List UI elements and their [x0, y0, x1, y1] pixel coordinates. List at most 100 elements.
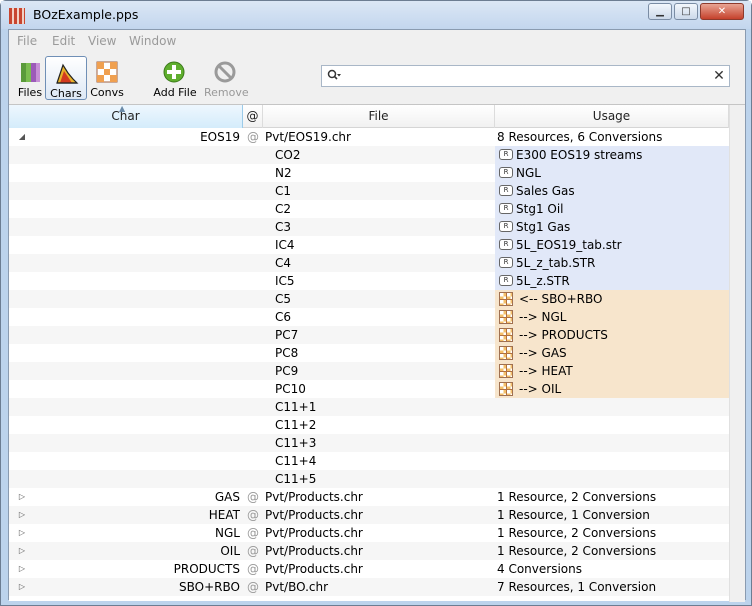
at-symbol: @ — [247, 508, 259, 522]
table-row[interactable]: PC8 --> GAS — [9, 344, 729, 362]
files-icon — [21, 63, 40, 82]
table-row[interactable]: C4 R 5L_z_tab.STR — [9, 254, 729, 272]
group-row[interactable]: ▷ HEAT @ Pvt/Products.chr 1 Resource, 1 Conv… — [9, 506, 729, 524]
column-header-at[interactable]: @ — [243, 105, 263, 128]
maximize-button[interactable]: □ — [674, 3, 698, 20]
close-button[interactable]: ✕ — [700, 3, 744, 20]
usage-text: E300 EOS19 streams — [516, 148, 643, 162]
column-header-char[interactable]: ▲ Char — [9, 104, 243, 128]
chars-icon — [56, 63, 79, 84]
menu-bar: File Edit View Window — [9, 30, 745, 52]
search-input[interactable] — [346, 68, 706, 84]
add-file-button[interactable]: Add File — [153, 56, 197, 100]
table-row[interactable]: CO2 R E300 EOS19 streams — [9, 146, 729, 164]
window-title: BOzExample.pps — [33, 7, 139, 22]
resource-usage[interactable]: R Sales Gas — [495, 182, 729, 200]
table-row[interactable]: C3 R Stg1 Gas — [9, 218, 729, 236]
conversion-icon — [499, 363, 513, 378]
table-row[interactable]: C11+1 — [9, 398, 729, 416]
sort-ascending-icon: ▲ — [119, 104, 126, 113]
char-name: HEAT — [208, 508, 240, 522]
table-row[interactable]: PC9 --> HEAT — [9, 362, 729, 380]
group-row[interactable]: ▷ OIL @ Pvt/Products.chr 1 Resource, 2 Conve… — [9, 542, 729, 560]
title-bar[interactable]: BOzExample.pps ▁ □ ✕ — [1, 1, 751, 29]
expand-icon[interactable]: ▷ — [17, 506, 27, 524]
remove-button[interactable]: Remove — [204, 56, 249, 100]
usage-summary: 1 Resource, 2 Conversions — [495, 488, 729, 506]
group-row[interactable]: ▷ NGL @ Pvt/Products.chr 1 Resource, 2 Conve… — [9, 524, 729, 542]
component-name: PC8 — [275, 346, 299, 360]
resource-usage[interactable]: R 5L_z.STR — [495, 272, 729, 290]
component-name: PC9 — [275, 364, 299, 378]
expand-icon[interactable]: ▷ — [17, 524, 27, 542]
conversion-usage[interactable]: --> OIL — [495, 380, 729, 398]
collapse-icon[interactable]: ◢ — [17, 128, 27, 146]
column-header-file[interactable]: File — [263, 105, 495, 128]
table-row[interactable]: C6 --> NGL — [9, 308, 729, 326]
expand-icon[interactable]: ▷ — [17, 488, 27, 506]
menu-edit[interactable]: Edit — [52, 34, 75, 48]
resource-usage[interactable]: R NGL — [495, 164, 729, 182]
menu-file[interactable]: File — [17, 34, 37, 48]
group-row[interactable]: ◢ EOS19 @ Pvt/EOS19.chr 8 Resources, 6 Conve… — [9, 128, 729, 146]
file-path: Pvt/Products.chr — [265, 526, 363, 540]
table-row[interactable]: C11+3 — [9, 434, 729, 452]
search-box[interactable]: ✕ — [321, 65, 730, 87]
component-name: C11+5 — [275, 472, 317, 486]
minimize-button[interactable]: ▁ — [648, 3, 672, 20]
search-icon[interactable] — [327, 69, 341, 83]
table-row[interactable]: C11+4 — [9, 452, 729, 470]
resource-usage[interactable]: R Stg1 Gas — [495, 218, 729, 236]
table-row[interactable]: N2 R NGL — [9, 164, 729, 182]
table-row[interactable]: PC10 --> OIL — [9, 380, 729, 398]
menu-view[interactable]: View — [88, 34, 116, 48]
conversion-usage[interactable]: --> GAS — [495, 344, 729, 362]
group-row[interactable]: ▷ SBO+RBO @ Pvt/BO.chr 7 Resources, 1 Conver… — [9, 578, 729, 596]
table-row[interactable]: IC4 R 5L_EOS19_tab.str — [9, 236, 729, 254]
group-row[interactable]: ▷ GAS @ Pvt/Products.chr 1 Resource, 2 Conve… — [9, 488, 729, 506]
chars-label: Chars — [50, 87, 82, 100]
clear-search-icon[interactable]: ✕ — [711, 67, 727, 85]
chars-button[interactable]: Chars — [45, 56, 87, 100]
group-row[interactable]: ▷ PRODUCTS @ Pvt/Products.chr 4 Conversions — [9, 560, 729, 578]
conversion-usage[interactable]: --> HEAT — [495, 362, 729, 380]
usage-summary: 4 Conversions — [495, 560, 729, 578]
expand-icon[interactable]: ▷ — [17, 542, 27, 560]
usage-text: Stg1 Gas — [516, 220, 571, 234]
convs-icon — [96, 61, 118, 83]
resource-badge-icon: R — [499, 149, 513, 160]
convs-button[interactable]: Convs — [86, 56, 128, 100]
table-row[interactable]: PC7 --> PRODUCTS — [9, 326, 729, 344]
component-name: C11+1 — [275, 400, 317, 414]
component-name: IC4 — [275, 238, 295, 252]
column-header-usage[interactable]: Usage — [495, 105, 729, 128]
expand-icon[interactable]: ▷ — [17, 560, 27, 578]
chars-table: ▲ Char @ File Usage ◢ EOS19 @ Pvt/EOS19.chr… — [9, 104, 745, 602]
table-row[interactable]: C1 R Sales Gas — [9, 182, 729, 200]
resource-badge-icon: R — [499, 203, 513, 214]
expand-icon[interactable]: ▷ — [17, 578, 27, 596]
at-symbol: @ — [247, 526, 259, 540]
resource-badge-icon: R — [499, 257, 513, 268]
conversion-usage[interactable]: --> NGL — [495, 308, 729, 326]
resource-usage[interactable]: R 5L_z_tab.STR — [495, 254, 729, 272]
usage-text: --> GAS — [519, 346, 567, 360]
usage-text: Stg1 Oil — [516, 202, 564, 216]
conversion-icon — [499, 345, 513, 360]
menu-window[interactable]: Window — [129, 34, 176, 48]
table-row[interactable]: C11+5 — [9, 470, 729, 488]
app-window: BOzExample.pps ▁ □ ✕ File Edit View Wind… — [0, 0, 752, 606]
resource-usage[interactable]: R E300 EOS19 streams — [495, 146, 729, 164]
table-row[interactable]: C2 R Stg1 Oil — [9, 200, 729, 218]
table-row[interactable]: C11+2 — [9, 416, 729, 434]
vertical-scrollbar[interactable] — [729, 105, 745, 602]
table-row[interactable]: IC5 R 5L_z.STR — [9, 272, 729, 290]
resource-usage[interactable]: R Stg1 Oil — [495, 200, 729, 218]
conversion-usage[interactable]: <-- SBO+RBO — [495, 290, 729, 308]
resource-usage[interactable]: R 5L_EOS19_tab.str — [495, 236, 729, 254]
conversion-usage[interactable]: --> PRODUCTS — [495, 326, 729, 344]
usage-text: <-- SBO+RBO — [519, 292, 603, 306]
usage-text: 4 Conversions — [497, 562, 582, 576]
table-row[interactable]: C5 <-- SBO+RBO — [9, 290, 729, 308]
remove-label: Remove — [204, 86, 249, 99]
